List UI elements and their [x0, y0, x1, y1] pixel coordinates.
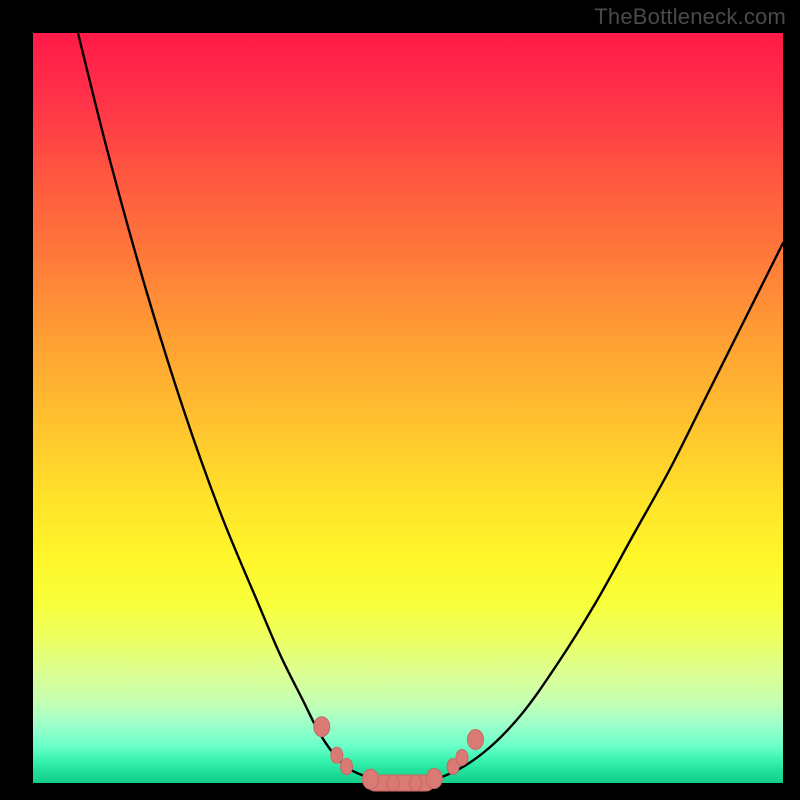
curve-marker	[387, 775, 399, 791]
curve-markers	[314, 717, 484, 791]
curve-marker	[426, 769, 442, 789]
watermark-text: TheBottleneck.com	[594, 4, 786, 30]
curve-marker	[456, 750, 468, 766]
curve-marker	[410, 775, 422, 791]
plot-area	[33, 33, 783, 783]
curve-layer	[33, 33, 783, 783]
curve-marker	[331, 747, 343, 763]
curve-marker	[314, 717, 330, 737]
chart-frame: TheBottleneck.com	[0, 0, 800, 800]
bottleneck-curve	[78, 33, 783, 784]
curve-marker	[341, 759, 353, 775]
curve-marker	[468, 730, 484, 750]
curve-marker	[363, 769, 379, 789]
